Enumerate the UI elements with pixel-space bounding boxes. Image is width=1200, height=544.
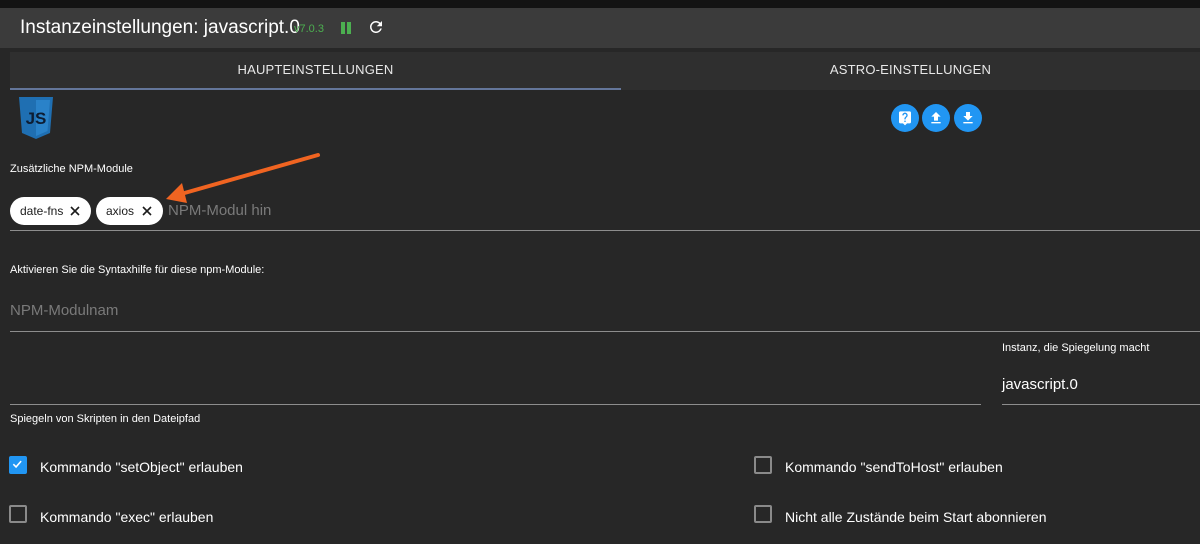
close-icon[interactable]	[141, 205, 153, 217]
help-icon	[899, 111, 911, 126]
help-button[interactable]	[891, 104, 919, 132]
exec-checkbox[interactable]	[9, 505, 27, 523]
chip-axios[interactable]: axios	[96, 197, 163, 225]
exec-label: Kommando "exec" erlauben	[40, 509, 214, 525]
syntax-input-underline	[10, 331, 1200, 332]
dialog-title: Instanzeinstellungen: javascript.0	[20, 17, 300, 38]
download-icon	[963, 112, 973, 124]
mirror-instance-label: Instanz, die Spiegelung macht	[1002, 342, 1150, 354]
tab-astro-settings[interactable]: ASTRO-EINSTELLUNGEN	[621, 52, 1200, 90]
no-subscribe-label: Nicht alle Zustände beim Start abonniere…	[785, 509, 1047, 525]
syntax-module-input[interactable]: NPM-Modulnam	[10, 302, 118, 319]
annotation-arrow	[166, 153, 320, 203]
no-subscribe-checkbox[interactable]	[754, 505, 772, 523]
mirror-path-label: Spiegeln von Skripten in den Dateipfad	[10, 413, 201, 425]
tab-bar: HAUPTEINSTELLUNGEN ASTRO-EINSTELLUNGEN	[10, 52, 1200, 90]
close-icon[interactable]	[69, 205, 81, 217]
mirror-instance-underline	[1002, 404, 1200, 405]
chip-label: date-fns	[20, 204, 64, 218]
setobject-label: Kommando "setObject" erlauben	[40, 459, 243, 475]
sendtohost-label: Kommando "sendToHost" erlauben	[785, 459, 1003, 475]
mirror-path-underline	[10, 404, 981, 405]
logo-text: JS	[26, 109, 47, 128]
tab-main-settings[interactable]: HAUPTEINSTELLUNGEN	[10, 52, 621, 90]
chip-label: axios	[106, 204, 135, 218]
check-icon	[12, 460, 22, 469]
download-button[interactable]	[954, 104, 982, 132]
npm-input-underline	[10, 230, 1200, 231]
version-badge: v7.0.3	[294, 23, 324, 35]
mirror-instance-select[interactable]: javascript.0	[1002, 376, 1078, 393]
sendtohost-checkbox[interactable]	[754, 456, 772, 474]
upload-icon	[931, 112, 941, 124]
syntax-help-label: Aktivieren Sie die Syntaxhilfe für diese…	[10, 264, 265, 276]
npm-modules-label: Zusätzliche NPM-Module	[10, 163, 133, 175]
chip-date-fns[interactable]: date-fns	[10, 197, 91, 225]
top-strip	[0, 0, 1200, 8]
dialog-header: Instanzeinstellungen: javascript.0 v7.0.…	[0, 8, 1200, 48]
setobject-checkbox[interactable]	[9, 456, 27, 474]
javascript-logo: JS	[19, 97, 53, 139]
pause-icon[interactable]	[339, 21, 353, 35]
upload-button[interactable]	[922, 104, 950, 132]
reload-icon[interactable]	[367, 18, 385, 36]
